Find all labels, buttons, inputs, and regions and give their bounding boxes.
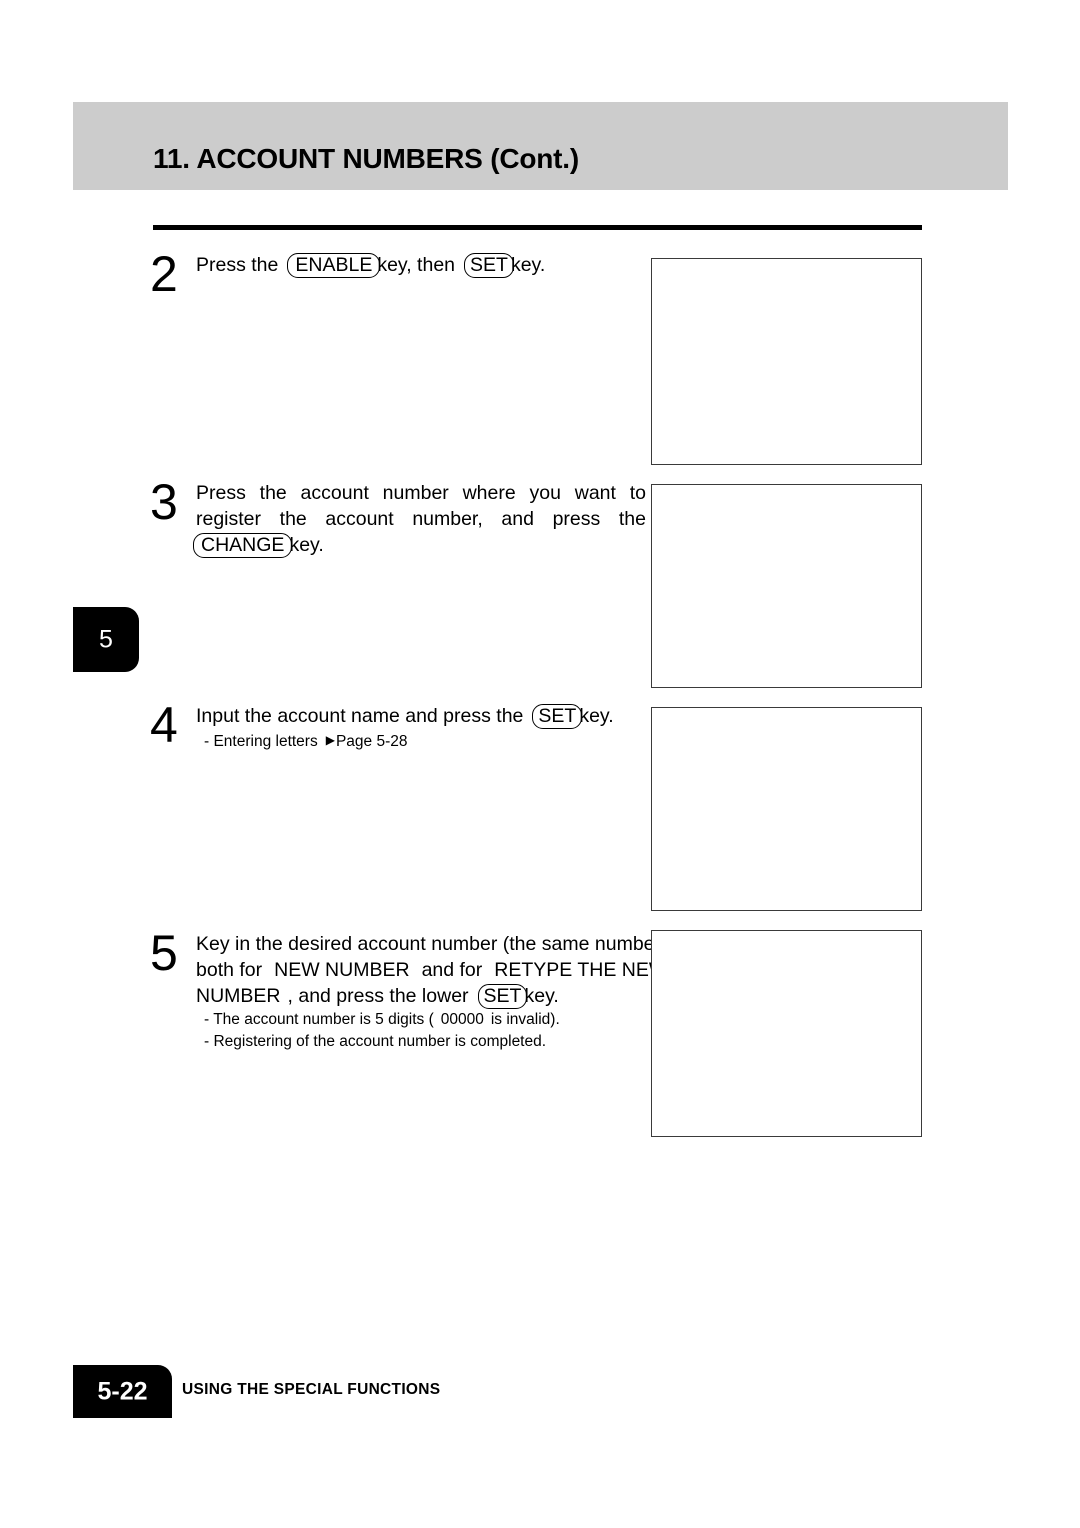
text-run: both for [196, 959, 263, 981]
text-run: register the account number, and press t… [196, 508, 646, 530]
footer-page-tab: 5-22 [73, 1365, 172, 1418]
text-run: Press the account number where you want … [196, 482, 646, 504]
text-run: - The account number is 5 digits ( [204, 1011, 434, 1028]
text-run: is invalid). [490, 1011, 560, 1028]
step-body: Press the ENABLE key, then SET key. [196, 252, 646, 278]
text-run: - Registering of the account number is c… [204, 1033, 547, 1050]
page-title: 11. ACCOUNT NUMBERS (Cont.) [153, 143, 580, 174]
step-body: Press the account number where you want … [193, 480, 646, 558]
text-run: - Entering letters [204, 733, 318, 750]
text-run: Page 5-28 [335, 733, 408, 750]
reference-arrow-icon: ▶ [325, 733, 335, 747]
step-number: 2 [150, 246, 178, 302]
step-body: Input the account name and press the SET k… [196, 703, 646, 753]
text-run: , and press the lower [287, 985, 469, 1007]
text-run: NUMBER [196, 985, 281, 1007]
text-run: key. [289, 534, 324, 556]
step-line: Key in the desired account number (the s… [196, 931, 668, 957]
step-note: - Registering of the account number is c… [196, 1031, 646, 1053]
key-set: SET [464, 253, 514, 278]
step-line: Input the account name and press the SET k… [196, 703, 646, 729]
text-run: NEW NUMBER [274, 959, 410, 981]
illustration-step-3 [651, 484, 922, 688]
title-divider [153, 225, 922, 230]
text-run: key. [510, 254, 546, 276]
step-line: Press the ENABLE key, then SET key. [196, 252, 646, 278]
text-run: key. [524, 985, 559, 1007]
step-line: register the account number, and press t… [196, 506, 646, 532]
step-number: 3 [150, 474, 178, 530]
text-run: key. [579, 705, 614, 727]
text-run: Key in the desired account number (the s… [196, 933, 668, 955]
text-run: key, then [377, 254, 456, 276]
key-set: SET [477, 984, 528, 1009]
step-number: 4 [150, 697, 178, 753]
key-change: CHANGE [193, 533, 293, 558]
step-line: both for NEW NUMBER and for RETYPE THE NEW [196, 957, 667, 983]
step-body: Key in the desired account number (the s… [196, 931, 668, 1053]
step-line: NUMBER , and press the lower SET key. [196, 983, 646, 1009]
key-enable: ENABLE [287, 253, 381, 278]
illustration-step-2 [651, 258, 922, 465]
chapter-tab: 5 [73, 607, 139, 672]
illustration-step-5 [651, 930, 922, 1137]
text-run: RETYPE THE NEW [494, 959, 668, 981]
page-number: 5-22 [97, 1377, 148, 1405]
step-line: Press the account number where you want … [196, 480, 646, 506]
text-run: and for [421, 959, 483, 981]
footer-section-label: USING THE SPECIAL FUNCTIONS [182, 1381, 441, 1398]
key-set: SET [532, 704, 583, 729]
chapter-tab-number: 5 [99, 625, 113, 653]
step-note: - Entering letters ▶Page 5-28 [196, 729, 646, 753]
text-run: Press the [196, 254, 279, 276]
step-line: CHANGE key. [193, 532, 646, 558]
step-number: 5 [150, 925, 178, 981]
illustration-step-4 [651, 707, 922, 911]
step-note: - The account number is 5 digits ( 00000 i… [196, 1009, 646, 1031]
text-run: Input the account name and press the [196, 705, 524, 727]
text-run: 00000 [440, 1011, 484, 1028]
